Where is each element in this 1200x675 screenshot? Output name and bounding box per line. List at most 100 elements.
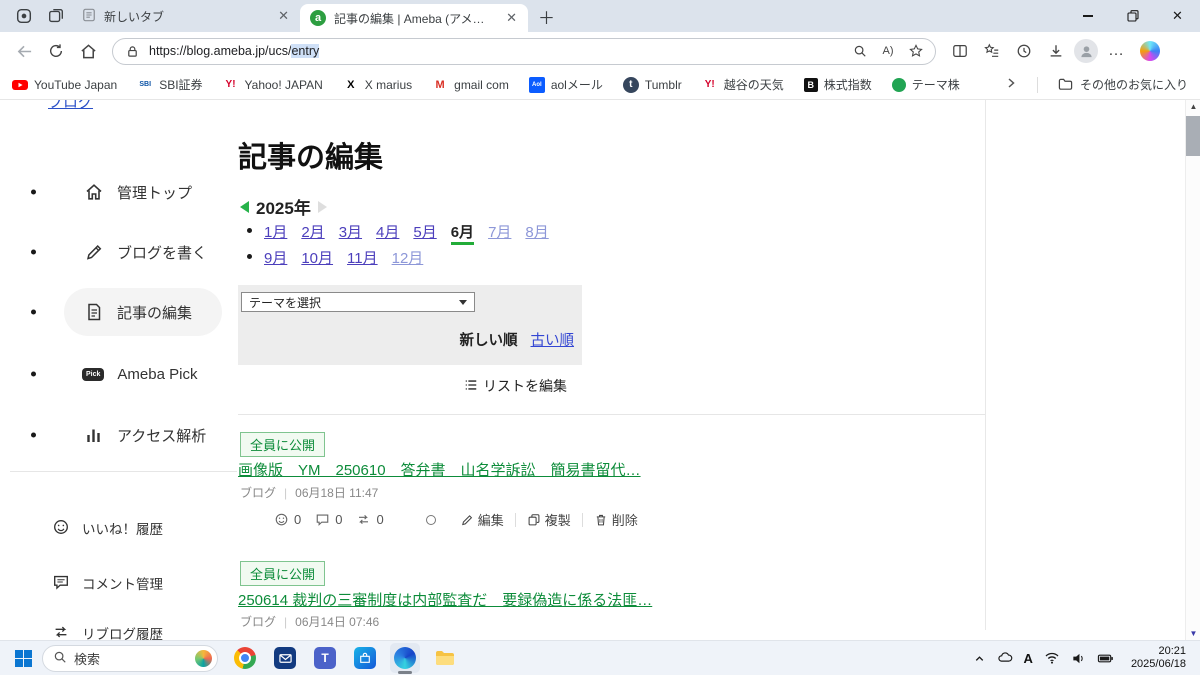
sidebar-label: ブログを書く (117, 244, 208, 262)
onedrive-cloud-icon[interactable] (997, 650, 1013, 666)
site-info-icon[interactable] (121, 40, 143, 62)
favorite-aol[interactable]: Aol aolメール (528, 76, 603, 93)
month-link-4[interactable]: 4月 (376, 221, 399, 245)
month-link-12[interactable]: 12月 (392, 247, 424, 268)
favorite-theme-stock[interactable]: テーマ株 (891, 76, 960, 93)
reaction-count[interactable]: 0 (274, 512, 301, 527)
blog-back-link[interactable]: ブログ (48, 100, 93, 112)
restore-button[interactable] (1110, 0, 1155, 32)
copilot-icon[interactable] (1140, 41, 1160, 61)
sidebar-label: 管理トップ (117, 184, 193, 202)
month-link-6-current[interactable]: 6月 (450, 221, 475, 245)
sidebar-item-access-analytics[interactable]: アクセス解析 (0, 411, 237, 459)
tab-close-icon[interactable]: ✕ (503, 10, 520, 26)
favorite-stock-index[interactable]: B 株式指数 (803, 76, 872, 93)
sidebar-item-write-blog[interactable]: ブログを書く (0, 228, 237, 276)
edit-list-button[interactable]: リストを編集 (464, 376, 567, 396)
taskbar-apps: T (230, 643, 460, 673)
profile-avatar[interactable] (1074, 39, 1098, 63)
favorite-star-icon[interactable] (905, 40, 927, 62)
month-link-9[interactable]: 9月 (264, 247, 287, 268)
comment-count[interactable]: 0 (315, 512, 342, 527)
back-icon[interactable] (10, 37, 38, 65)
taskbar-search[interactable]: 検索 (42, 644, 218, 672)
wifi-icon[interactable] (1044, 650, 1060, 666)
other-favorites-button[interactable]: その他のお気に入り (1058, 76, 1188, 93)
scrollbar[interactable]: ▲ ▼ (1185, 100, 1200, 640)
downloads-icon[interactable] (1042, 37, 1070, 65)
tab-ameba[interactable]: a 記事の編集 | Ameba (アメーバ) ✕ (300, 4, 528, 32)
theme-select[interactable]: テーマを選択 (241, 292, 475, 312)
delete-button[interactable]: 削除 (594, 510, 638, 529)
article-meta: ブログ | 06月18日 11:47 (240, 484, 378, 501)
start-button[interactable] (8, 643, 38, 673)
favorite-youtube[interactable]: YouTube Japan (12, 77, 117, 93)
sort-newest[interactable]: 新しい順 (460, 329, 518, 350)
refresh-icon[interactable] (42, 37, 70, 65)
favorite-yahoo-japan[interactable]: Y! Yahoo! JAPAN (223, 77, 323, 93)
comment-icon (52, 573, 70, 594)
article-meta: ブログ | 06月14日 07:46 (240, 613, 379, 630)
chevron-up-icon[interactable] (973, 652, 986, 665)
home-icon[interactable] (74, 37, 102, 65)
chevron-down-icon (459, 299, 467, 305)
sidebar-item-like-history[interactable]: いいね！履歴 (0, 514, 237, 542)
tab-new-tab[interactable]: 新しいタブ ✕ (72, 2, 300, 30)
next-year-icon[interactable] (317, 200, 327, 213)
ime-mode-icon[interactable]: A (1024, 651, 1033, 666)
favorite-sbi[interactable]: SBI SBI証券 (137, 76, 202, 93)
taskbar-app-file-explorer-icon[interactable] (430, 643, 460, 673)
prev-year-icon[interactable] (240, 200, 249, 213)
sidebar-item-comment-management[interactable]: コメント管理 (0, 569, 237, 597)
taskbar-app-browser-icon[interactable] (230, 643, 260, 673)
month-link-2[interactable]: 2月 (301, 221, 324, 245)
taskbar-clock[interactable]: 20:21 2025/06/18 (1131, 645, 1186, 671)
gmail-icon: M (435, 78, 445, 91)
article-title-link[interactable]: 250614 裁判の三審制度は内部監査だ 要録偽造に係る法匪… (238, 589, 652, 610)
read-aloud-icon[interactable]: A) (877, 40, 899, 62)
article-title-link[interactable]: 画像版 YM 250610 答弁書 山名学訴訟 簡易書留代… (238, 459, 641, 480)
workspaces-icon[interactable] (14, 6, 34, 26)
month-link-8[interactable]: 8月 (525, 221, 548, 245)
scroll-up-icon[interactable]: ▲ (1186, 102, 1200, 111)
taskbar-app-edge-icon[interactable] (390, 643, 420, 673)
month-link-7[interactable]: 7月 (488, 221, 511, 245)
reblog-count[interactable]: 0 (356, 512, 384, 527)
battery-icon[interactable] (1097, 650, 1114, 667)
history-icon[interactable] (1010, 37, 1038, 65)
sort-oldest[interactable]: 古い順 (531, 329, 575, 350)
taskbar-app-mail-icon[interactable] (270, 643, 300, 673)
month-link-1[interactable]: 1月 (264, 221, 287, 245)
close-button[interactable]: ✕ (1155, 0, 1200, 32)
favorites-icon[interactable] (978, 37, 1006, 65)
address-bar[interactable]: https://blog.ameba.jp/ucs/entry A) (112, 37, 936, 65)
split-screen-icon[interactable] (946, 37, 974, 65)
taskbar-app-teams-icon[interactable]: T (310, 643, 340, 673)
volume-icon[interactable] (1071, 651, 1086, 666)
duplicate-button[interactable]: 複製 (527, 510, 571, 529)
favorite-label: Yahoo! JAPAN (244, 77, 323, 92)
chevron-right-icon[interactable] (1005, 77, 1017, 92)
month-link-11[interactable]: 11月 (347, 247, 378, 268)
month-link-10[interactable]: 10月 (301, 247, 333, 268)
favorite-x[interactable]: X X marius (343, 77, 412, 93)
sidebar-item-reblog-history[interactable]: リブログ履歴 (0, 619, 237, 640)
tab-actions-icon[interactable] (46, 6, 66, 26)
sidebar-item-admin-top[interactable]: 管理トップ (0, 168, 237, 216)
scroll-down-icon[interactable]: ▼ (1186, 629, 1200, 638)
taskbar-app-store-icon[interactable] (350, 643, 380, 673)
sidebar-item-edit-articles[interactable]: 記事の編集 (0, 288, 237, 336)
favorite-gmail[interactable]: M gmail com (432, 77, 509, 93)
tab-close-icon[interactable]: ✕ (275, 8, 292, 24)
sidebar-item-ameba-pick[interactable]: Pick Ameba Pick (0, 350, 237, 398)
search-icon[interactable] (849, 40, 871, 62)
minimize-button[interactable] (1065, 0, 1110, 32)
new-tab-button[interactable]: ＋ (538, 4, 555, 29)
month-link-5[interactable]: 5月 (413, 221, 436, 245)
month-link-3[interactable]: 3月 (339, 221, 362, 245)
edit-button[interactable]: 編集 (460, 510, 504, 529)
favorite-tumblr[interactable]: t Tumblr (622, 76, 682, 93)
more-menu-icon[interactable]: … (1102, 37, 1130, 65)
favorite-weather[interactable]: Y! 越谷の天気 (702, 76, 784, 93)
scrollbar-thumb[interactable] (1186, 116, 1200, 156)
